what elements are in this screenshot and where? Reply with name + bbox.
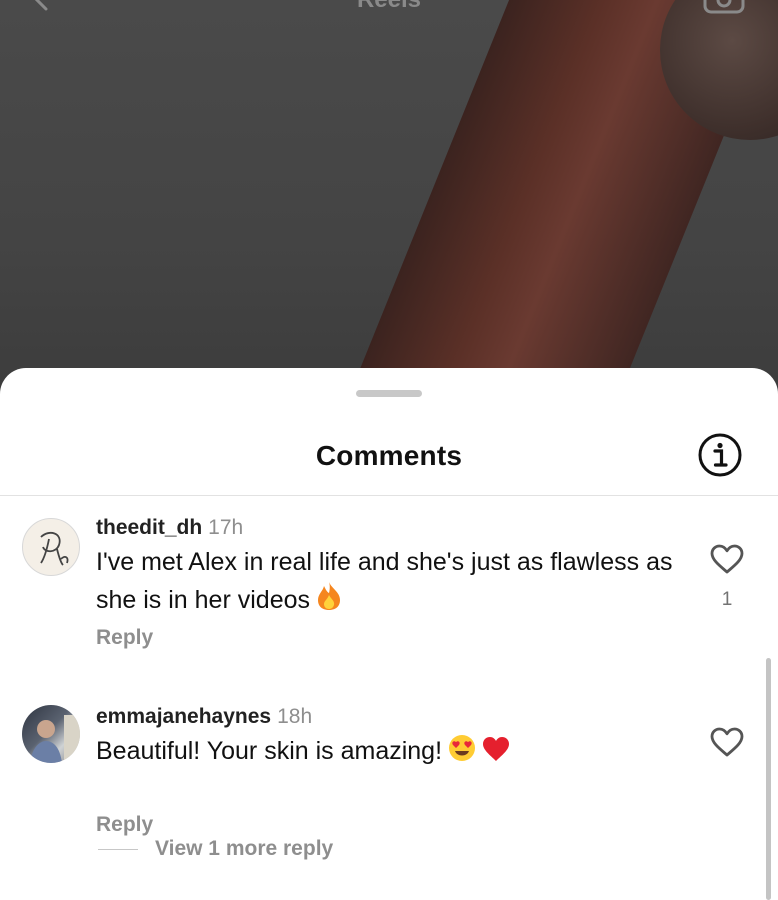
comment-time: 18h: [277, 705, 313, 728]
comment-username[interactable]: emmajanehaynes 18h: [96, 705, 312, 729]
scrollbar[interactable]: [766, 658, 771, 900]
comment-text-block: I've met Alex in real life and she's jus…: [96, 544, 686, 622]
like-count: 1: [721, 589, 733, 610]
header-divider: [0, 495, 778, 496]
like-heart-icon[interactable]: [710, 727, 744, 757]
red-heart-emoji-icon: [482, 736, 510, 773]
profile-photo: [30, 715, 80, 763]
reply-button[interactable]: Reply: [96, 813, 153, 837]
reel-video-background[interactable]: [0, 0, 778, 400]
comment-text-block: Beautiful! Your skin is amazing!: [96, 733, 686, 773]
avatar[interactable]: [22, 705, 80, 763]
camera-icon[interactable]: [702, 0, 746, 14]
comments-sheet: Comments theedit_dh 17h I've met Alex in …: [0, 368, 778, 900]
comment-username[interactable]: theedit_dh 17h: [96, 516, 243, 540]
avatar[interactable]: [22, 518, 80, 576]
comment-time: 17h: [208, 516, 244, 539]
monogram-logo-icon: [40, 531, 69, 566]
comment-text: Beautiful! Your skin is amazing!: [96, 737, 443, 765]
username-text[interactable]: theedit_dh: [96, 516, 202, 539]
reply-button[interactable]: Reply: [96, 626, 153, 650]
like-heart-icon[interactable]: [710, 544, 744, 574]
drag-handle[interactable]: [356, 390, 422, 397]
comment-text: I've met Alex in real life and she's jus…: [96, 548, 673, 614]
replies-divider-line: [98, 849, 138, 850]
fire-emoji-icon: [316, 581, 342, 622]
view-more-replies-button[interactable]: View 1 more reply: [155, 837, 333, 861]
heart-eyes-emoji-icon: [448, 734, 476, 773]
reels-title: Reels: [0, 0, 778, 14]
info-icon[interactable]: [697, 432, 743, 478]
sheet-title: Comments: [315, 440, 463, 471]
username-text[interactable]: emmajanehaynes: [96, 705, 271, 728]
